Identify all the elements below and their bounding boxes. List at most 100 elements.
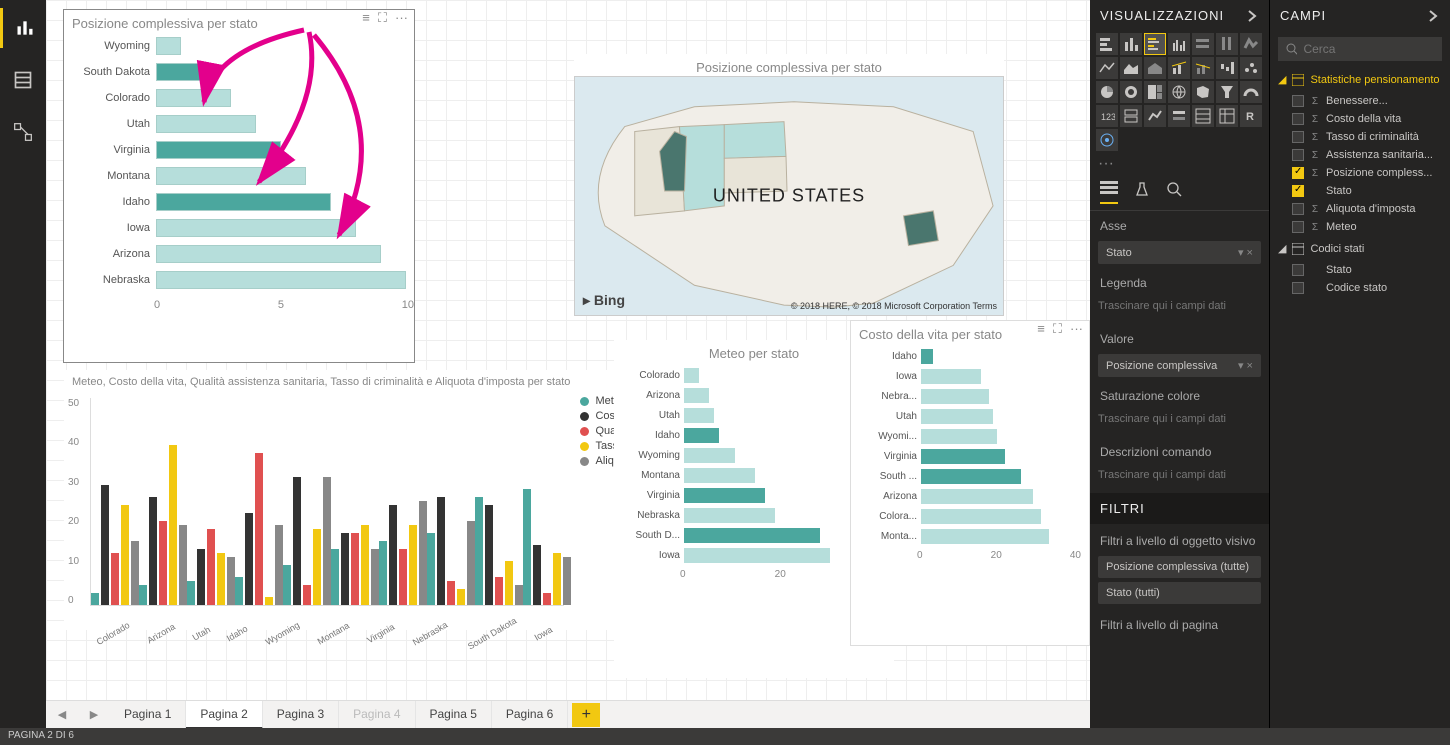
- fields-search[interactable]: [1278, 37, 1442, 61]
- viz-line-icon[interactable]: [1096, 57, 1118, 79]
- visual-more-icon[interactable]: ···: [395, 10, 408, 26]
- field-checkbox[interactable]: [1292, 221, 1304, 233]
- viz-stacked-area-icon[interactable]: [1144, 57, 1166, 79]
- viz-multicard-icon[interactable]: [1120, 105, 1142, 127]
- fields-search-input[interactable]: [1303, 42, 1434, 56]
- field-checkbox[interactable]: [1292, 282, 1304, 294]
- field-item[interactable]: Stato: [1270, 182, 1450, 200]
- viz-stacked-bar-icon[interactable]: [1096, 33, 1118, 55]
- viz-filled-map-icon[interactable]: [1192, 81, 1214, 103]
- well-tooltips-drop[interactable]: Trascinare qui i campi dati: [1098, 465, 1261, 485]
- fields-table-header[interactable]: ◢ Codici stati: [1270, 236, 1450, 261]
- viz-gallery: 123 R: [1090, 31, 1269, 157]
- viz-clustered-col-icon[interactable]: [1168, 33, 1190, 55]
- field-checkbox[interactable]: [1292, 203, 1304, 215]
- field-checkbox[interactable]: [1292, 113, 1304, 125]
- field-item[interactable]: Stato: [1270, 261, 1450, 279]
- rail-data-icon[interactable]: [0, 60, 46, 100]
- page-tab[interactable]: Pagina 5: [416, 701, 492, 729]
- filter-item[interactable]: Stato (tutti): [1098, 582, 1261, 604]
- page-tab[interactable]: Pagina 3: [263, 701, 339, 729]
- field-item[interactable]: Codice stato: [1270, 279, 1450, 297]
- viz-matrix-icon[interactable]: [1216, 105, 1238, 127]
- rail-report-icon[interactable]: [0, 8, 46, 48]
- viz-tab-fields-icon[interactable]: [1100, 181, 1118, 204]
- field-checkbox[interactable]: [1292, 264, 1304, 276]
- viz-stacked-col-icon[interactable]: [1120, 33, 1142, 55]
- field-item[interactable]: Σ Benessere...: [1270, 92, 1450, 110]
- collapse-chevron-icon[interactable]: [1245, 9, 1259, 23]
- page-tabs-bar: ◀ ▶ Pagina 1Pagina 2Pagina 3Pagina 4Pagi…: [46, 700, 1090, 728]
- visual-focus-icon[interactable]: ⛶: [378, 10, 387, 26]
- field-item[interactable]: Σ Tasso di criminalità: [1270, 128, 1450, 146]
- viz-map-icon[interactable]: [1168, 81, 1190, 103]
- visual-costo[interactable]: ≡ ⛶ ··· Costo della vita per stato Idaho…: [850, 320, 1090, 646]
- well-saturation-drop[interactable]: Trascinare qui i campi dati: [1098, 409, 1261, 429]
- viz-100stacked-bar-icon[interactable]: [1192, 33, 1214, 55]
- viz-table-icon[interactable]: [1192, 105, 1214, 127]
- page-tab[interactable]: Pagina 1: [110, 701, 186, 729]
- viz-clustered-bar-icon[interactable]: [1144, 33, 1166, 55]
- viz-combo2-icon[interactable]: [1192, 57, 1214, 79]
- bar-label: Arizona: [72, 248, 156, 260]
- viz-funnel-icon[interactable]: [1216, 81, 1238, 103]
- viz-area-icon[interactable]: [1120, 57, 1142, 79]
- page-next-icon[interactable]: ▶: [78, 708, 110, 721]
- fields-table-header[interactable]: ◢ Statistiche pensionamento: [1270, 67, 1450, 92]
- filter-item[interactable]: Posizione complessiva (tutte): [1098, 556, 1261, 578]
- add-page-button[interactable]: +: [572, 703, 600, 727]
- viz-donut-icon[interactable]: [1120, 81, 1142, 103]
- page-prev-icon[interactable]: ◀: [46, 708, 78, 721]
- viz-scatter-icon[interactable]: [1240, 57, 1262, 79]
- map-country-label: UNITED STATES: [713, 186, 865, 207]
- page-tab[interactable]: Pagina 2: [186, 701, 262, 729]
- visual-grip-icon[interactable]: ≡: [1037, 321, 1045, 337]
- field-checkbox[interactable]: [1292, 185, 1304, 197]
- well-value-item[interactable]: Posizione complessiva▾ ×: [1098, 354, 1261, 377]
- map-credits: © 2018 HERE, © 2018 Microsoft Corporatio…: [791, 301, 997, 311]
- viz-combo1-icon[interactable]: [1168, 57, 1190, 79]
- field-item[interactable]: Σ Posizione compless...: [1270, 164, 1450, 182]
- well-axis-label: Asse: [1090, 211, 1269, 237]
- rail-model-icon[interactable]: [0, 112, 46, 152]
- well-legend-drop[interactable]: Trascinare qui i campi dati: [1098, 296, 1261, 316]
- field-item[interactable]: Σ Assistenza sanitaria...: [1270, 146, 1450, 164]
- remove-icon[interactable]: ▾ ×: [1238, 359, 1253, 372]
- viz-kpi-icon[interactable]: [1144, 105, 1166, 127]
- viz-tab-format-icon[interactable]: [1134, 181, 1150, 204]
- well-tooltips-label: Descrizioni comando: [1090, 437, 1269, 463]
- bar-label: Nebraska: [72, 274, 156, 286]
- bar-label: Montana: [72, 170, 156, 182]
- viz-ribbon-icon[interactable]: [1240, 33, 1262, 55]
- viz-tab-analytics-icon[interactable]: [1166, 181, 1182, 204]
- viz-arcgis-icon[interactable]: [1096, 129, 1118, 151]
- viz-import-more[interactable]: ···: [1090, 157, 1269, 175]
- page-tab[interactable]: Pagina 6: [492, 701, 568, 729]
- viz-100stacked-col-icon[interactable]: [1216, 33, 1238, 55]
- viz-gauge-icon[interactable]: [1240, 81, 1262, 103]
- field-item[interactable]: Σ Costo della vita: [1270, 110, 1450, 128]
- well-axis-item[interactable]: Stato▾ ×: [1098, 241, 1261, 264]
- field-checkbox[interactable]: [1292, 95, 1304, 107]
- visual-more-icon[interactable]: ···: [1070, 321, 1083, 337]
- viz-pie-icon[interactable]: [1096, 81, 1118, 103]
- visual-grip-icon[interactable]: ≡: [362, 10, 370, 26]
- visual-map[interactable]: Posizione complessiva per stato UNITED S…: [574, 54, 1004, 316]
- field-checkbox[interactable]: [1292, 131, 1304, 143]
- field-checkbox[interactable]: [1292, 149, 1304, 161]
- filters-page-level: Filtri a livello di pagina: [1090, 608, 1269, 636]
- field-checkbox[interactable]: [1292, 167, 1304, 179]
- visual-focus-icon[interactable]: ⛶: [1053, 321, 1062, 337]
- field-item[interactable]: Σ Aliquota d'imposta: [1270, 200, 1450, 218]
- viz-treemap-icon[interactable]: [1144, 81, 1166, 103]
- viz-waterfall-icon[interactable]: [1216, 57, 1238, 79]
- field-item[interactable]: Σ Meteo: [1270, 218, 1450, 236]
- collapse-chevron-icon[interactable]: [1426, 9, 1440, 23]
- viz-card-icon[interactable]: 123: [1096, 105, 1118, 127]
- viz-slicer-icon[interactable]: [1168, 105, 1190, 127]
- visual-pos-per-stato[interactable]: ≡ ⛶ ··· Posizione complessiva per stato …: [64, 10, 414, 362]
- remove-icon[interactable]: ▾ ×: [1238, 246, 1253, 259]
- viz-r-icon[interactable]: R: [1240, 105, 1262, 127]
- report-canvas[interactable]: ≡ ⛶ ··· Posizione complessiva per stato …: [46, 0, 1090, 745]
- page-tab[interactable]: Pagina 4: [339, 701, 415, 729]
